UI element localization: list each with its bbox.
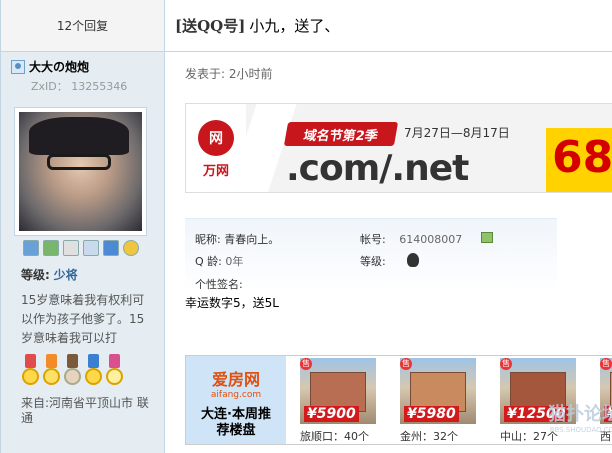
author-sidebar: 12个回复 大大の炮炮 ZxID： 13255346 等级: 少将 15岁意味着…: [1, 0, 165, 453]
wanwang-logo-mark: 网: [198, 119, 234, 156]
profile-grade: 等级:: [360, 253, 386, 269]
author-location: 来自:河南省平顶山市 联通: [21, 396, 149, 425]
profile-account: 帐号: 614008007: [360, 231, 462, 247]
author-zxid: ZxID： 13255346: [31, 80, 128, 93]
listing-price: ¥5900: [304, 406, 359, 422]
nick-value: 青春向上。: [224, 233, 280, 246]
author-name[interactable]: 大大の炮炮: [29, 58, 89, 75]
sale-badge-icon: 售: [300, 358, 312, 370]
listing-caption: 金州：32个: [400, 430, 458, 443]
sale-badge-icon: 售: [500, 358, 512, 370]
profile-qage: Q 龄: 0年: [195, 253, 243, 269]
ad-domains: .com/.net: [286, 148, 469, 189]
house-ad-banner[interactable]: 爱房网 aifang.com 大连·本周推 荐楼盘 售 ¥5900 旅顺口：40…: [185, 355, 612, 445]
aifang-slogan: 大连·本周推 荐楼盘: [201, 407, 271, 439]
slogan-line-1: 大连·本周推: [201, 407, 271, 422]
sign-label: 个性签名:: [195, 278, 243, 291]
nick-label: 昵称:: [195, 233, 221, 246]
medal-icon: [63, 354, 82, 390]
aifang-domain: aifang.com: [210, 390, 262, 400]
post-title: 小九，送了、: [249, 17, 340, 35]
qage-label: Q 龄:: [195, 255, 222, 268]
profile-icon[interactable]: [63, 240, 79, 256]
sale-badge-icon: 售: [600, 358, 612, 370]
ad-headline: 域名节第2季: [283, 122, 399, 146]
author-signature: 15岁意味着我有权利可以作为孩子他爹了。15岁意味着我可以打: [21, 293, 145, 345]
medal-icon: [84, 354, 103, 390]
post-title-bar: [送QQ号] 小九，送了、: [165, 0, 612, 52]
listing-price: ¥5980: [404, 406, 459, 422]
reply-count: 12个回复: [1, 0, 164, 52]
ad-price-box: 68元: [546, 128, 612, 192]
profile-nick: 昵称: 青春向上。: [195, 231, 279, 247]
author-level: 等级: 少将: [21, 266, 164, 283]
site-watermark: 猫扑论坛 BBS.SHOUDAO.COM: [548, 400, 612, 434]
profile-signature: 个性签名:: [195, 276, 243, 292]
post-content-column: [送QQ号] 小九，送了、 发表于: 2小时前 网 万网 域名节第2季 7月27…: [165, 0, 612, 453]
message-icon[interactable]: [23, 240, 39, 256]
listing-card[interactable]: 售 ¥5980 金州：32个: [390, 356, 490, 444]
medal-icon: [21, 354, 40, 390]
medal-icon: [105, 354, 124, 390]
copy-icon[interactable]: [481, 232, 493, 243]
post-body-text: 幸运数字5，送5L: [185, 296, 279, 310]
ad-brand: 万网: [202, 163, 229, 179]
slogan-line-2: 荐楼盘: [216, 423, 256, 438]
group-icon[interactable]: [103, 240, 119, 256]
sale-badge-icon: 售: [400, 358, 412, 370]
aifang-panel: 爱房网 aifang.com 大连·本周推 荐楼盘: [186, 356, 286, 444]
listing-card[interactable]: 售 ¥5900 旅顺口：40个: [290, 356, 390, 444]
qq-icon[interactable]: [123, 240, 139, 256]
post-page: 12个回复 大大の炮炮 ZxID： 13255346 等级: 少将 15岁意味着…: [0, 0, 612, 453]
user-icon: [11, 59, 25, 74]
ad-price: 68: [552, 132, 612, 183]
qq-penguin-icon: [407, 253, 419, 267]
author-action-icons: [23, 240, 164, 256]
medal-icon: [42, 354, 61, 390]
author-block: 大大の炮炮 ZxID： 13255346: [1, 52, 164, 94]
avatar-image: [19, 112, 142, 231]
ad-dates: 7月27日—8月17日: [404, 126, 510, 140]
watermark-sub: BBS.SHOUDAO.COM: [549, 426, 612, 434]
level-label: 等级:: [21, 268, 50, 282]
account-label: 帐号:: [360, 233, 386, 246]
watermark-text: 猫扑论坛: [548, 404, 612, 425]
add-friend-icon[interactable]: [43, 240, 59, 256]
level-value[interactable]: 少将: [54, 268, 78, 282]
post-time: 发表于: 2小时前: [185, 67, 273, 81]
listing-caption: 旅顺口：40个: [300, 430, 369, 443]
author-line: 大大の炮炮: [11, 58, 154, 75]
qage-value: 0年: [225, 255, 244, 268]
avatar[interactable]: [14, 107, 147, 236]
grade-label: 等级:: [360, 255, 386, 268]
qq-profile-card: 昵称: 青春向上。 帐号: 614008007 Q 龄: 0年 等级: 个性签名…: [185, 218, 557, 292]
domain-ad-banner[interactable]: 网 万网 域名节第2季 7月27日—8月17日 .com/.net 68元: [185, 103, 612, 193]
medal-row: [21, 354, 164, 390]
post-title-tag: [送QQ号]: [175, 17, 246, 35]
aifang-logo: 爱房网: [211, 370, 260, 389]
card-icon[interactable]: [83, 240, 99, 256]
account-value: 614008007: [399, 233, 463, 246]
